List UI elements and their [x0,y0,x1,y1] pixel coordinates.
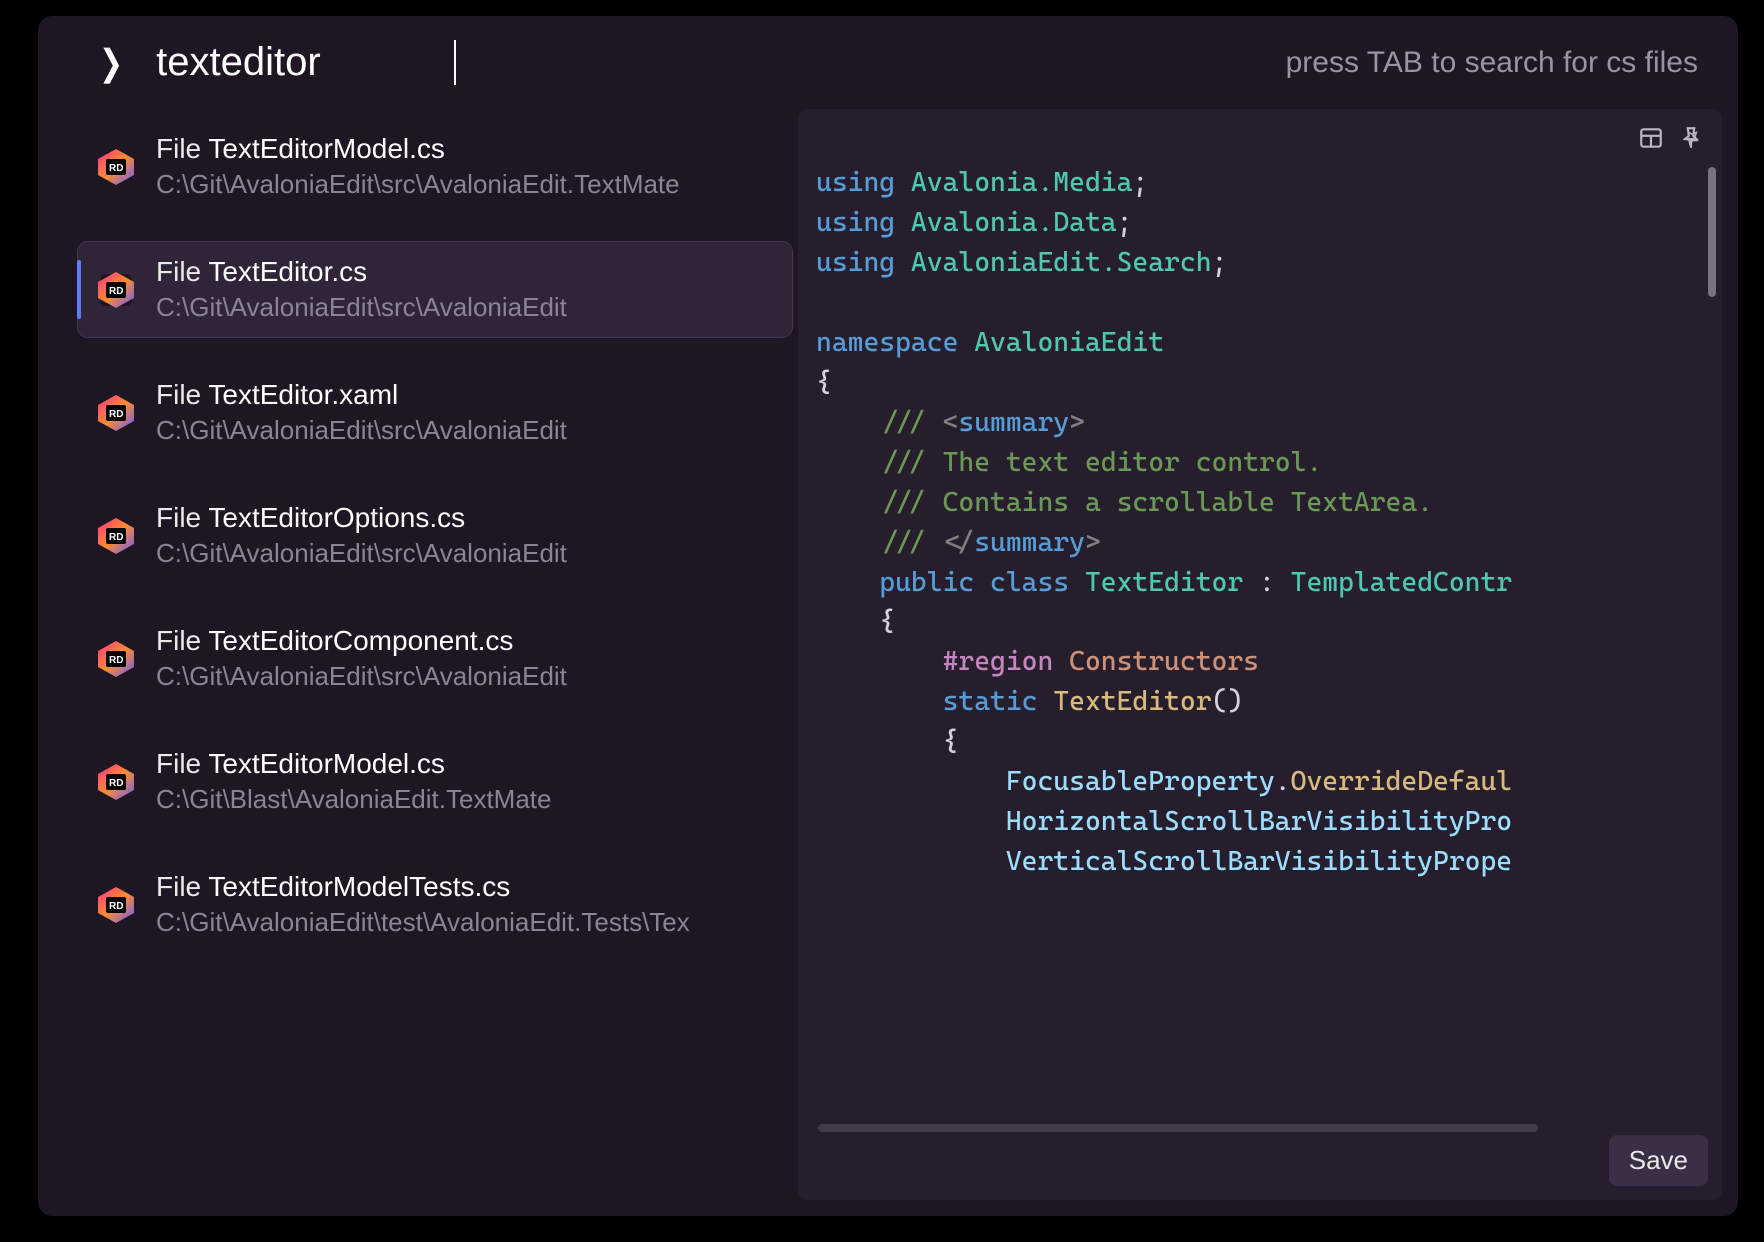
result-path: C:\Git\Blast\AvaloniaEdit.TextMate [156,784,551,815]
result-title: File TextEditorModel.cs [156,133,680,165]
horizontal-scrollbar[interactable] [818,1124,1538,1132]
result-text: File TextEditorComponent.cs C:\Git\Avalo… [156,625,567,692]
code-content: using Avalonia.Media;using Avalonia.Data… [816,163,1722,882]
save-button[interactable]: Save [1609,1135,1708,1186]
result-text: File TextEditorModel.cs C:\Git\Blast\Ava… [156,748,551,815]
result-title: File TextEditor.xaml [156,379,567,411]
svg-text:RD: RD [109,409,123,420]
result-path: C:\Git\AvaloniaEdit\src\AvaloniaEdit [156,415,567,446]
search-input[interactable] [156,40,456,85]
result-path: C:\Git\AvaloniaEdit\src\AvaloniaEdit [156,292,567,323]
pin-icon[interactable] [1678,123,1704,163]
result-item[interactable]: RD File TextEditorComponent.cs C:\Git\Av… [78,611,792,706]
result-title: File TextEditorOptions.cs [156,502,567,534]
result-item[interactable]: RD File TextEditorModel.cs C:\Git\Avalon… [78,119,792,214]
results-list[interactable]: RD File TextEditorModel.cs C:\Git\Avalon… [38,109,798,1216]
result-text: File TextEditor.cs C:\Git\AvaloniaEdit\s… [156,256,567,323]
result-item[interactable]: RD File TextEditorModel.cs C:\Git\Blast\… [78,734,792,829]
search-row: ❯ press TAB to search for cs files [38,16,1738,109]
result-item[interactable]: RD File TextEditorModelTests.cs C:\Git\A… [78,857,792,952]
svg-text:RD: RD [109,655,123,666]
result-title: File TextEditorModelTests.cs [156,871,690,903]
result-item[interactable]: RD File TextEditorOptions.cs C:\Git\Aval… [78,488,792,583]
result-text: File TextEditor.xaml C:\Git\AvaloniaEdit… [156,379,567,446]
result-text: File TextEditorModelTests.cs C:\Git\Aval… [156,871,690,938]
result-path: C:\Git\AvaloniaEdit\src\AvaloniaEdit [156,661,567,692]
result-text: File TextEditorOptions.cs C:\Git\Avaloni… [156,502,567,569]
result-title: File TextEditorModel.cs [156,748,551,780]
result-path: C:\Git\AvaloniaEdit\src\AvaloniaEdit [156,538,567,569]
vertical-scrollbar[interactable] [1708,167,1716,297]
result-path: C:\Git\AvaloniaEdit\test\AvaloniaEdit.Te… [156,907,690,938]
search-window: ❯ press TAB to search for cs files RD Fi… [38,16,1738,1216]
preview-layout-icon[interactable] [1638,123,1664,163]
result-title: File TextEditor.cs [156,256,567,288]
svg-text:RD: RD [109,901,123,912]
search-hint: press TAB to search for cs files [1286,46,1698,80]
svg-text:RD: RD [109,286,123,297]
body: RD File TextEditorModel.cs C:\Git\Avalon… [38,109,1738,1216]
svg-text:RD: RD [109,778,123,789]
code-preview: using Avalonia.Media;using Avalonia.Data… [798,109,1722,1200]
preview-toolbar [1638,123,1704,163]
svg-text:RD: RD [109,163,123,174]
result-item[interactable]: RD File TextEditor.xaml C:\Git\AvaloniaE… [78,365,792,460]
svg-text:RD: RD [109,532,123,543]
result-title: File TextEditorComponent.cs [156,625,567,657]
result-item[interactable]: RD File TextEditor.cs C:\Git\AvaloniaEdi… [78,242,792,337]
prompt-chevron-icon: ❯ [99,42,123,84]
result-text: File TextEditorModel.cs C:\Git\AvaloniaE… [156,133,680,200]
result-path: C:\Git\AvaloniaEdit\src\AvaloniaEdit.Tex… [156,169,680,200]
